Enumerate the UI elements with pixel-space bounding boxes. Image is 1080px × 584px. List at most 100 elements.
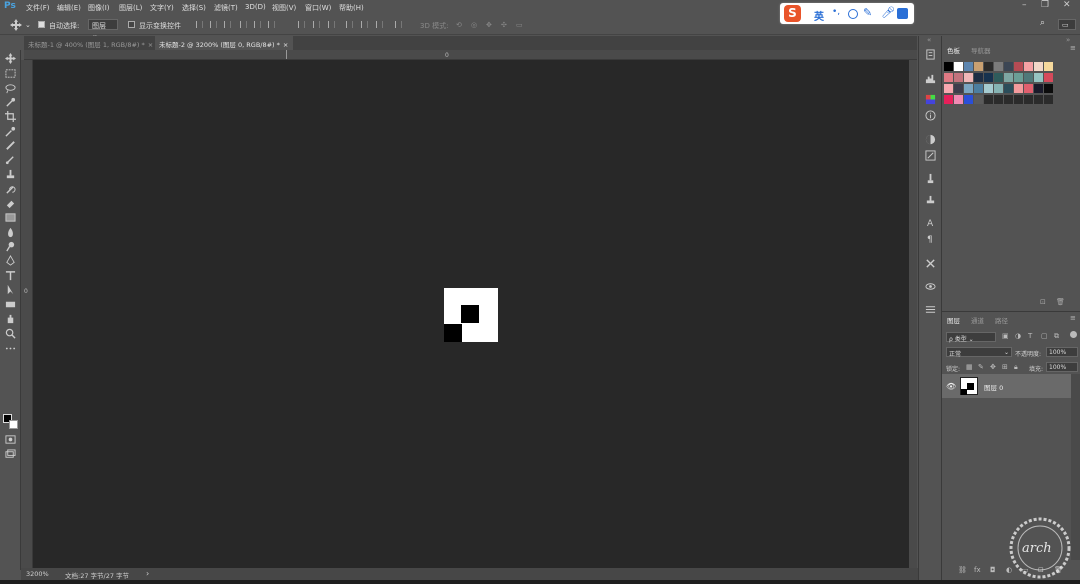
minimize-icon[interactable]: – (1022, 0, 1027, 10)
layer-row[interactable]: 👁︎ 图层 0 (942, 374, 1071, 398)
tab-channels[interactable]: 通道 (971, 315, 984, 325)
color-swatch[interactable] (1004, 62, 1013, 71)
color-swatch[interactable] (1024, 95, 1033, 104)
paragraph-panel-icon[interactable]: ¶ (927, 235, 933, 245)
brush-presets-icon[interactable] (925, 173, 936, 184)
color-swatch[interactable] (974, 62, 983, 71)
color-swatch[interactable] (1044, 95, 1053, 104)
align-hcenter-icon[interactable] (254, 21, 261, 28)
filter-adjustment-icon[interactable]: ◑ (1015, 332, 1021, 340)
new-swatch-icon[interactable]: ⊡ (1040, 298, 1046, 306)
layers-scrollbar[interactable] (1071, 374, 1080, 560)
distribute-vcenter-icon[interactable] (313, 21, 320, 28)
styles-panel-icon[interactable] (925, 150, 936, 161)
color-swatch[interactable] (1004, 73, 1013, 82)
document-canvas[interactable] (444, 288, 498, 342)
color-swatch[interactable] (1044, 73, 1053, 82)
menu-filter[interactable]: 滤镜(T) (214, 3, 238, 13)
color-swatch[interactable] (1034, 95, 1043, 104)
eraser-tool-icon[interactable] (5, 198, 16, 209)
adjustments-panel-icon[interactable] (925, 134, 936, 145)
restore-icon[interactable]: ❐ (1041, 0, 1049, 10)
layers-menu-icon[interactable]: ≡ (1070, 314, 1076, 322)
color-swatch[interactable] (1024, 73, 1033, 82)
color-swatch[interactable] (974, 73, 983, 82)
3d-slide-icon[interactable]: ✣ (501, 21, 507, 29)
ime-language-toggle[interactable]: 英 (814, 8, 824, 23)
color-swatch[interactable] (1014, 84, 1023, 93)
toolbox-grid-icon[interactable] (897, 8, 908, 19)
character-panel-icon[interactable]: A (927, 219, 933, 229)
color-swatch[interactable] (1014, 73, 1023, 82)
color-swatch[interactable] (1014, 95, 1023, 104)
info-panel-icon[interactable] (925, 110, 936, 121)
menu-view[interactable]: 视图(V) (272, 3, 296, 13)
microphone-icon[interactable]: 🎤︎ (881, 6, 895, 19)
color-swatch[interactable] (944, 95, 953, 104)
auto-select-checkbox[interactable] (38, 21, 45, 28)
distribute-hcenter-icon[interactable] (361, 21, 368, 28)
chevron-down-icon[interactable]: ⌄ (25, 21, 31, 29)
color-swatch[interactable] (954, 62, 963, 71)
3d-roll-icon[interactable]: ◎ (471, 21, 477, 29)
show-transform-checkbox[interactable] (128, 21, 135, 28)
color-swatch[interactable] (944, 84, 953, 93)
color-swatch[interactable] (944, 62, 953, 71)
align-top-icon[interactable] (196, 21, 203, 28)
layer-style-icon[interactable]: fx (974, 566, 981, 574)
layer-thumbnail[interactable] (960, 377, 978, 395)
lock-artboard-icon[interactable]: ⊞ (1002, 363, 1008, 371)
clone-stamp-tool-icon[interactable] (5, 169, 16, 180)
menu-select[interactable]: 选择(S) (182, 3, 206, 13)
distribute-left-icon[interactable] (346, 21, 353, 28)
auto-select-dropdown[interactable]: 图层 ⌄ (88, 19, 118, 39)
screen-mode-icon[interactable] (5, 449, 16, 460)
menu-layer[interactable]: 图层(L) (119, 3, 142, 13)
lock-position-icon[interactable]: ✥ (990, 363, 996, 371)
color-swatch[interactable] (984, 84, 993, 93)
search-icon[interactable]: ⌕ (1040, 18, 1045, 28)
color-swatch[interactable] (1024, 84, 1033, 93)
tab-paths[interactable]: 路径 (995, 315, 1008, 325)
layer-name[interactable]: 图层 0 (984, 382, 1003, 392)
filter-smart-object-icon[interactable]: ⧉ (1054, 332, 1059, 341)
color-swatch[interactable] (1014, 62, 1023, 71)
color-swatch[interactable] (944, 73, 953, 82)
tab-swatches[interactable]: 色板 (947, 45, 960, 55)
healing-brush-tool-icon[interactable] (5, 140, 16, 151)
color-swatch[interactable] (954, 84, 963, 93)
tab-navigator[interactable]: 导航器 (971, 45, 991, 55)
menu-window[interactable]: 窗口(W) (305, 3, 331, 13)
align-bottom-icon[interactable] (224, 21, 231, 28)
color-swatch[interactable] (1044, 84, 1053, 93)
distribute-right-icon[interactable] (376, 21, 383, 28)
opacity-input[interactable]: 100% (1046, 347, 1078, 357)
lock-transparent-icon[interactable]: ▦ (966, 363, 973, 371)
delete-swatch-icon[interactable]: 🗑︎ (1056, 298, 1065, 306)
color-swatch[interactable] (984, 95, 993, 104)
zoom-level[interactable]: 3200% (26, 570, 49, 578)
color-swatch[interactable] (1024, 62, 1033, 71)
tab-close-icon[interactable]: × (283, 41, 288, 49)
close-icon[interactable]: ✕ (1063, 0, 1071, 10)
color-swatch[interactable] (954, 73, 963, 82)
filter-type-icon[interactable]: T (1028, 332, 1032, 340)
quick-mask-icon[interactable] (5, 434, 16, 445)
pen-tool-icon[interactable] (5, 255, 16, 266)
dodge-tool-icon[interactable] (5, 241, 16, 252)
lasso-tool-icon[interactable] (5, 83, 16, 94)
horizontal-ruler[interactable]: 0 (24, 50, 917, 60)
brush-tool-icon[interactable] (5, 154, 16, 165)
type-tool-icon[interactable] (5, 270, 16, 281)
eyedropper-tool-icon[interactable] (5, 126, 16, 137)
vertical-ruler[interactable]: 0 (21, 60, 33, 570)
menu-3d[interactable]: 3D(D) (245, 3, 266, 11)
tab-close-icon[interactable]: × (148, 41, 153, 49)
color-swatch[interactable] (974, 84, 983, 93)
color-swatch[interactable] (994, 62, 1003, 71)
clone-source-icon[interactable] (925, 195, 936, 206)
color-swatch[interactable] (994, 95, 1003, 104)
color-swatch[interactable] (964, 73, 973, 82)
gradient-tool-icon[interactable] (5, 212, 16, 223)
tab-layers[interactable]: 图层 (947, 315, 960, 325)
